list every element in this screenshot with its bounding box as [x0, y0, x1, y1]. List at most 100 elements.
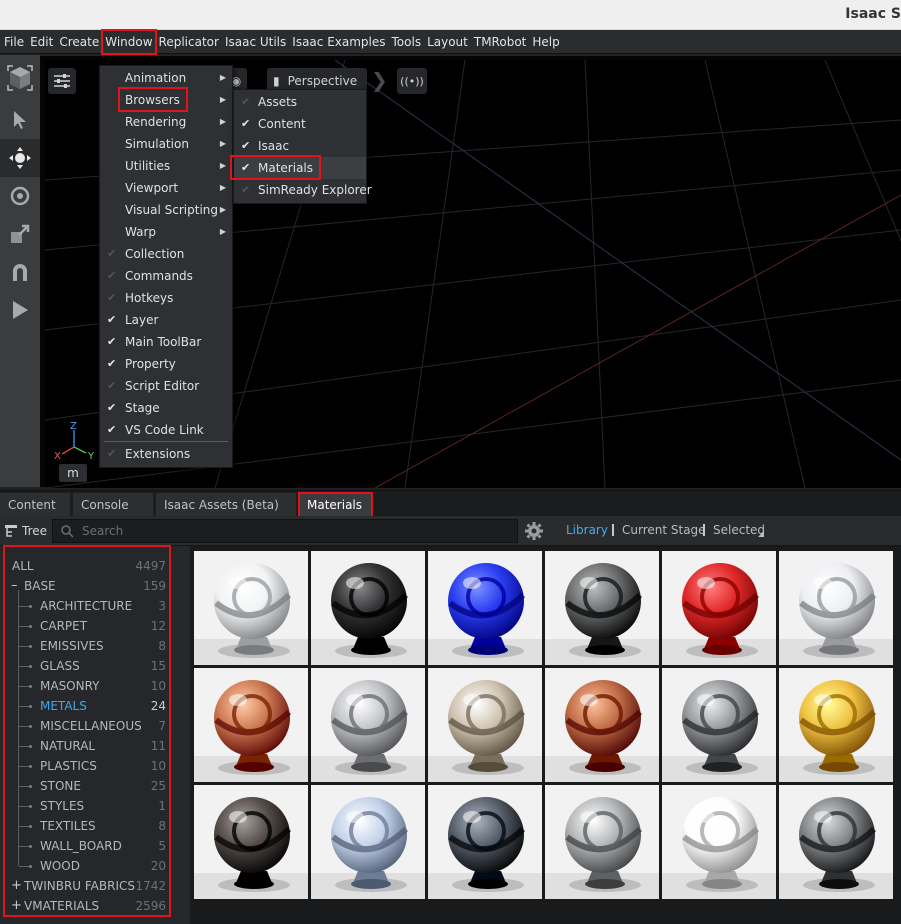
tree-toggle-button[interactable]: Tree [0, 520, 48, 542]
browsers-item-simready-explorer[interactable]: ✔ SimReady Explorer [234, 179, 372, 201]
play-icon[interactable] [0, 291, 40, 329]
menu-window[interactable]: Window [101, 28, 157, 55]
viewport-settings-button[interactable] [48, 68, 76, 94]
material-thumbnail[interactable] [194, 668, 308, 782]
tab-isaac-assets[interactable]: Isaac Assets (Beta) [156, 493, 296, 517]
snap-magnet-icon[interactable] [0, 253, 40, 291]
menu-tools[interactable]: Tools [389, 30, 425, 54]
tree-item-twinbru-fabrics[interactable]: + TWINBRU FABRICS 1742 [4, 876, 170, 896]
tree-item-styles[interactable]: STYLES 1 [4, 796, 170, 816]
window-menu-item-viewport[interactable]: ▶ Viewport [100, 177, 232, 199]
material-thumbnail[interactable] [779, 551, 893, 665]
window-menu-item-visual-scripting[interactable]: ▶ Visual Scripting [100, 199, 232, 221]
move-tool[interactable] [0, 139, 40, 177]
filter-divider [703, 524, 705, 536]
window-menu-item-hotkeys[interactable]: ✔ Hotkeys [100, 287, 232, 309]
search-input[interactable]: Search [52, 519, 518, 543]
material-thumbnail[interactable] [428, 551, 542, 665]
tree-item-wall-board[interactable]: WALL_BOARD 5 [4, 836, 170, 856]
browsers-item-assets[interactable]: ✔ Assets [234, 91, 366, 113]
tree-item-base[interactable]: – BASE 159 [4, 576, 170, 596]
tree-item-all[interactable]: ALL 4497 [4, 556, 170, 576]
window-menu-item-simulation[interactable]: ▶ Simulation [100, 133, 232, 155]
tree-item-carpet[interactable]: CARPET 12 [4, 616, 170, 636]
window-menu-item-script-editor[interactable]: ✔ Script Editor [100, 375, 232, 397]
window-menu-item-animation[interactable]: ▶ Animation [100, 67, 232, 89]
checkmark-icon: ✔ [107, 335, 117, 348]
material-thumbnail[interactable] [428, 785, 542, 899]
tree-item-count: 20 [150, 859, 166, 873]
tree-item-count: 5 [158, 839, 166, 853]
window-menu-item-commands[interactable]: ✔ Commands [100, 265, 232, 287]
tree-item-textiles[interactable]: TEXTILES 8 [4, 816, 170, 836]
tree-item-masonry[interactable]: MASONRY 10 [4, 676, 170, 696]
tree-item-stone[interactable]: STONE 25 [4, 776, 170, 796]
submenu-arrow-icon: ▶ [219, 139, 226, 148]
tree-item-metals[interactable]: METALS 24 [4, 696, 170, 716]
material-thumbnail[interactable] [311, 668, 425, 782]
filter-library[interactable]: Library [566, 523, 608, 537]
expand-icon[interactable]: + [11, 896, 22, 916]
tree-item-natural[interactable]: NATURAL 11 [4, 736, 170, 756]
broadcast-button[interactable]: ((•)) [397, 68, 427, 94]
tree-item-vmaterials[interactable]: + VMATERIALS 2596 [4, 896, 170, 916]
tree-item-emissives[interactable]: EMISSIVES 8 [4, 636, 170, 656]
window-menu-item-utilities[interactable]: ▶ Utilities [100, 155, 232, 177]
window-menu-item-stage[interactable]: ✔ Stage [100, 397, 232, 419]
menu-create[interactable]: Create [56, 30, 102, 54]
units-button[interactable]: m [59, 464, 87, 482]
tab-materials[interactable]: Materials [298, 492, 373, 518]
material-thumbnail[interactable] [311, 785, 425, 899]
window-menu-item-vs-code-link[interactable]: ✔ VS Code Link [100, 419, 232, 441]
material-thumbnail[interactable] [194, 551, 308, 665]
window-menu-item-collection[interactable]: ✔ Collection [100, 243, 232, 265]
tab-console[interactable]: Console [73, 493, 153, 517]
expand-icon[interactable]: + [11, 876, 22, 896]
menu-layout[interactable]: Layout [424, 30, 471, 54]
material-thumbnail[interactable] [428, 668, 542, 782]
tree-item-count: 159 [143, 579, 166, 593]
gear-icon[interactable] [524, 521, 544, 544]
tree-item-glass[interactable]: GLASS 15 [4, 656, 170, 676]
window-menu-item-extensions[interactable]: ✔ Extensions [100, 443, 232, 465]
browsers-item-isaac[interactable]: ✔ Isaac [234, 135, 366, 157]
scale-tool[interactable] [0, 215, 40, 253]
tree-item-label: METALS [40, 699, 87, 713]
materials-toolbar: Tree Search Library Current Stage Select… [0, 516, 901, 546]
material-thumbnail[interactable] [662, 551, 776, 665]
menu-help[interactable]: Help [529, 30, 562, 54]
menu-edit[interactable]: Edit [27, 30, 56, 54]
window-menu-item-property[interactable]: ✔ Property [100, 353, 232, 375]
collapse-icon[interactable]: – [11, 576, 18, 596]
rotate-tool[interactable] [0, 177, 40, 215]
material-thumbnail[interactable] [545, 551, 659, 665]
menu-isaac-examples[interactable]: Isaac Examples [289, 30, 388, 54]
tree-item-wood[interactable]: WOOD 20 [4, 856, 170, 876]
tree-item-architecture[interactable]: ARCHITECTURE 3 [4, 596, 170, 616]
material-thumbnail[interactable] [545, 668, 659, 782]
material-thumbnail[interactable] [779, 668, 893, 782]
material-thumbnail[interactable] [662, 785, 776, 899]
material-thumbnail[interactable] [779, 785, 893, 899]
select-tool[interactable] [0, 101, 40, 139]
menu-isaac-utils[interactable]: Isaac Utils [222, 30, 289, 54]
tree-item-count: 25 [150, 779, 166, 793]
tree-item-miscellaneous[interactable]: MISCELLANEOUS 7 [4, 716, 170, 736]
select-mode-tool[interactable] [0, 55, 40, 101]
material-thumbnail[interactable] [194, 785, 308, 899]
material-thumbnail[interactable] [662, 668, 776, 782]
menu-file[interactable]: File [0, 30, 27, 54]
tree-item-plastics[interactable]: PLASTICS 10 [4, 756, 170, 776]
window-menu-item-rendering[interactable]: ▶ Rendering [100, 111, 232, 133]
menu-replicator[interactable]: Replicator [156, 30, 222, 54]
tab-content[interactable]: Content [0, 493, 70, 517]
menu-tmrobot[interactable]: TMRobot [471, 30, 530, 54]
material-thumbnail[interactable] [311, 551, 425, 665]
browsers-item-content[interactable]: ✔ Content [234, 113, 366, 135]
checkmark-icon: ✔ [107, 291, 117, 304]
material-thumbnail[interactable] [545, 785, 659, 899]
window-menu-item-layer[interactable]: ✔ Layer [100, 309, 232, 331]
window-menu-item-main-toolbar[interactable]: ✔ Main ToolBar [100, 331, 232, 353]
window-menu-item-warp[interactable]: ▶ Warp [100, 221, 232, 243]
filter-current-stage[interactable]: Current Stage [622, 523, 706, 537]
